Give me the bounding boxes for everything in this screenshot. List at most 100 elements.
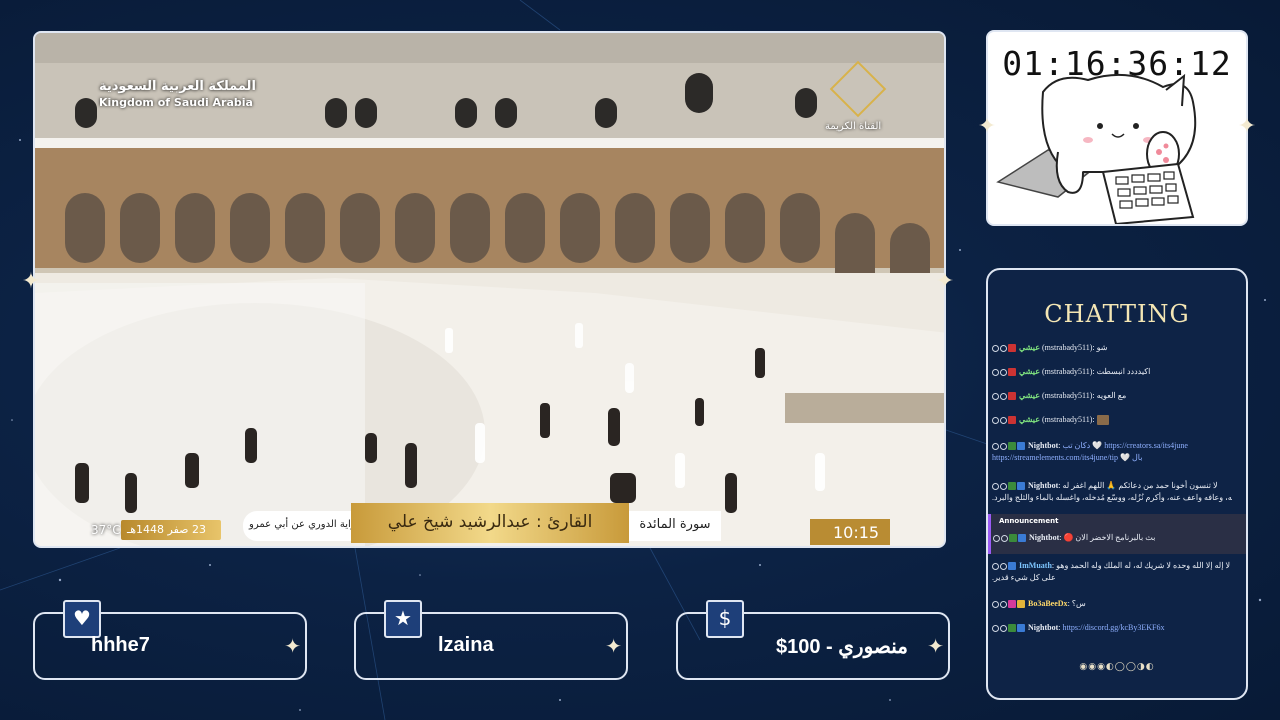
moderator-badge-icon <box>1008 442 1016 451</box>
riwaya-text: رواية الدوري عن أبي عمرو <box>249 519 361 530</box>
sparkle-icon: ✦ <box>284 634 301 658</box>
ban-icon[interactable] <box>992 392 999 400</box>
announcement-message: Announcement Nightbot: بث بالبرنامج الاخ… <box>988 514 1246 554</box>
chat-text: شو <box>1096 343 1108 352</box>
chat-panel: CHATTING عيشي (mstrabady511): شو عيشي (m… <box>986 268 1248 700</box>
chat-handle: : <box>1058 623 1061 632</box>
chat-text-line2[interactable]: https://streamelements.com/its4june/tip … <box>992 453 1142 462</box>
timeout-icon[interactable] <box>1001 534 1008 542</box>
ban-icon[interactable] <box>992 368 999 376</box>
chat-message: عيشي (mstrabady511): اكيدددد انبسطت <box>992 366 1232 378</box>
ban-icon[interactable] <box>992 344 999 352</box>
sparkle-icon: ✦ <box>605 634 622 658</box>
channel-name-ar: المملكة العربية السعودية <box>99 79 256 94</box>
ban-icon[interactable] <box>992 600 999 608</box>
chat-text: بث بالبرنامج الاخضر الان 🔴 <box>1063 533 1156 542</box>
chat-message: Nightbot: بث بالبرنامج الاخضر الان 🔴 <box>993 532 1233 544</box>
chat-handle: (mstrabady511): <box>1042 343 1095 352</box>
reciter-name: القارئ : عبدالرشيد شيخ علي <box>387 512 593 532</box>
timeout-icon[interactable] <box>1000 442 1007 450</box>
chat-username[interactable]: عيشي <box>1019 391 1040 400</box>
temperature: 37°C <box>91 523 121 537</box>
badge-icon <box>1008 344 1016 353</box>
hijri-date: 23 صفر 1448هـ <box>127 523 206 536</box>
timeout-icon[interactable] <box>1000 416 1007 424</box>
star-icon: ★ <box>384 600 422 638</box>
moderator-badge-icon <box>1008 482 1016 491</box>
chat-message: عيشي (mstrabady511): <box>992 414 1232 426</box>
ban-icon[interactable] <box>992 442 999 450</box>
ban-icon[interactable] <box>992 624 999 632</box>
bongo-cat-illustration <box>996 73 1197 224</box>
chat-message: Bo3aBeeDx: س؟ <box>992 598 1232 610</box>
chat-username[interactable]: Nightbot <box>1029 533 1059 542</box>
verified-badge-icon <box>1018 534 1026 543</box>
donation-text: منصوري - 100$ <box>776 636 909 658</box>
chat-username[interactable]: Nightbot <box>1028 623 1058 632</box>
chat-handle: : <box>1051 561 1055 570</box>
channel-logo-text: القناة الكريمة <box>825 121 882 132</box>
chat-handle: : <box>1058 481 1061 490</box>
chat-username[interactable]: ImMuath <box>1019 561 1052 570</box>
timeout-icon[interactable] <box>1000 600 1007 608</box>
chat-text[interactable]: https://discord.gg/kcBy3EKF6x <box>1062 623 1164 632</box>
chat-text: س؟ <box>1071 599 1086 608</box>
chat-handle: : <box>1059 533 1062 542</box>
channel-name-en: Kingdom of Saudi Arabia <box>99 96 253 109</box>
badge-icon <box>1008 368 1016 377</box>
chat-messages[interactable]: عيشي (mstrabady511): شو عيشي (mstrabady5… <box>988 342 1246 642</box>
haram-scene <box>35 33 944 546</box>
dollar-icon: $ <box>706 600 744 638</box>
chat-message: Nightbot: لا تنسون أخونا حمد من دعائكم 🙏… <box>992 480 1232 504</box>
chat-username[interactable]: Bo3aBeeDx <box>1028 599 1068 608</box>
recent-subscriber-panel: ★ lzaina ✦ <box>354 600 628 680</box>
timeout-icon[interactable] <box>1000 562 1007 570</box>
moderator-badge-icon <box>1008 624 1016 633</box>
stream-video: المملكة العربية السعودية Kingdom of Saud… <box>33 31 946 548</box>
chat-handle: (mstrabady511): <box>1042 391 1095 400</box>
chat-handle: (mstrabady511): <box>1042 367 1095 376</box>
chat-message: Nightbot: دكان تب 🤍 https://creators.sa/… <box>992 440 1232 464</box>
badge-icon <box>1008 392 1016 401</box>
timeout-icon[interactable] <box>1000 368 1007 376</box>
sparkle-icon: ✦ <box>21 269 41 294</box>
ban-icon[interactable] <box>992 482 999 490</box>
sparkle-icon: ✦ <box>935 269 955 294</box>
recent-follower-panel: ♥ hhhe7 ✦ <box>33 600 307 680</box>
chat-handle: (mstrabady511): <box>1042 415 1095 424</box>
chat-username[interactable]: عيشي <box>1019 367 1040 376</box>
ban-icon[interactable] <box>992 416 999 424</box>
chat-username[interactable]: عيشي <box>1019 343 1040 352</box>
chat-username[interactable]: عيشي <box>1019 415 1040 424</box>
emote-icon <box>1096 415 1109 426</box>
timeout-icon[interactable] <box>1000 482 1007 490</box>
ban-icon[interactable] <box>992 562 999 570</box>
chat-text: لا تنسون أخونا حمد من دعائكم 🙏 اللهم اغف… <box>1062 481 1218 490</box>
clock: 10:15 <box>833 523 880 542</box>
chat-handle: : <box>1067 599 1070 608</box>
subscriber-name: lzaina <box>438 634 494 656</box>
timeout-icon[interactable] <box>1000 392 1007 400</box>
chat-text[interactable]: دكان تب 🤍 https://creators.sa/its4june <box>1062 441 1188 450</box>
follower-name: hhhe7 <box>91 634 150 656</box>
sparkle-icon: ✦ <box>1237 114 1257 139</box>
badge-icon <box>1008 416 1016 425</box>
chat-username[interactable]: Nightbot <box>1028 481 1058 490</box>
verified-badge-icon <box>1017 442 1025 451</box>
chat-message: عيشي (mstrabady511): مع العويه <box>992 390 1232 402</box>
heart-icon: ♥ <box>63 600 101 638</box>
chat-message: عيشي (mstrabady511): شو <box>992 342 1232 354</box>
badge-icon <box>1008 562 1016 571</box>
badge-icon <box>1008 600 1016 609</box>
chat-username[interactable]: Nightbot <box>1028 441 1058 450</box>
announcement-label: Announcement <box>999 517 1059 525</box>
surah-name: سورة المائدة <box>639 517 711 532</box>
chat-message: Nightbot: https://discord.gg/kcBy3EKF6x <box>992 622 1232 634</box>
timeout-icon[interactable] <box>1000 344 1007 352</box>
timeout-icon[interactable] <box>1000 624 1007 632</box>
sparkle-icon: ✦ <box>977 114 997 139</box>
recent-donation-panel: $ منصوري - 100$ ✦ <box>676 600 950 680</box>
ban-icon[interactable] <box>993 534 1000 542</box>
verified-badge-icon <box>1017 482 1025 491</box>
verified-badge-icon <box>1017 624 1025 633</box>
